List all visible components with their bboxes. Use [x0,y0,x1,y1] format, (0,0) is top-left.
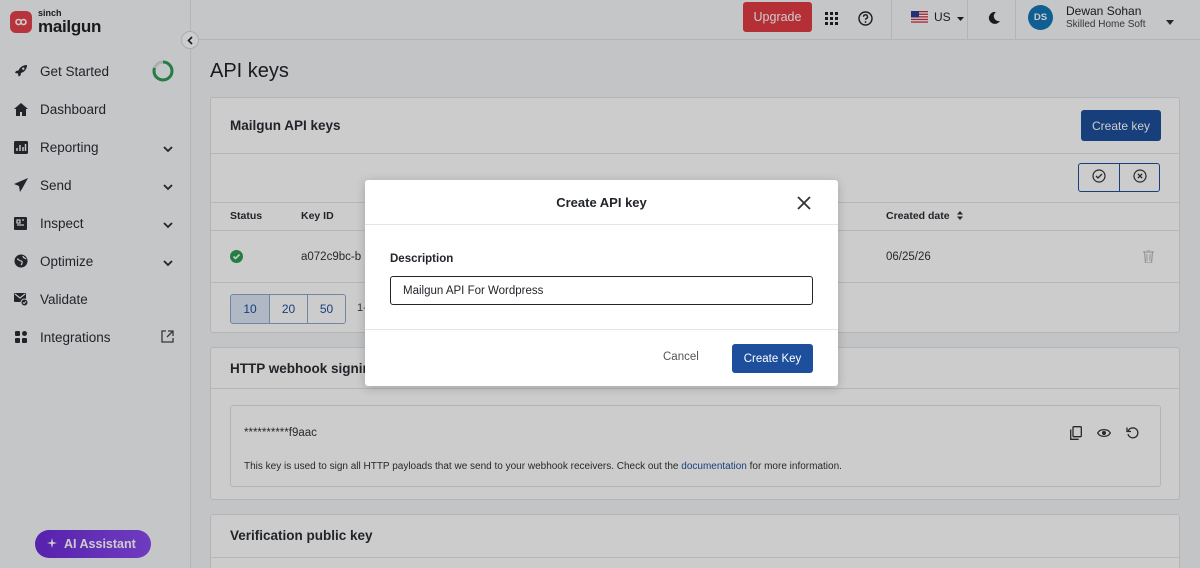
close-icon[interactable] [796,195,812,211]
create-api-key-dialog: Create API key Description Cancel Create… [365,180,838,386]
description-label: Description [390,253,454,265]
cancel-button[interactable]: Cancel [663,351,699,363]
dialog-footer-divider [365,329,838,330]
description-input[interactable] [390,276,813,305]
create-key-submit-button[interactable]: Create Key [732,344,813,373]
dialog-title: Create API key [556,195,647,210]
dialog-header: Create API key [365,180,838,225]
